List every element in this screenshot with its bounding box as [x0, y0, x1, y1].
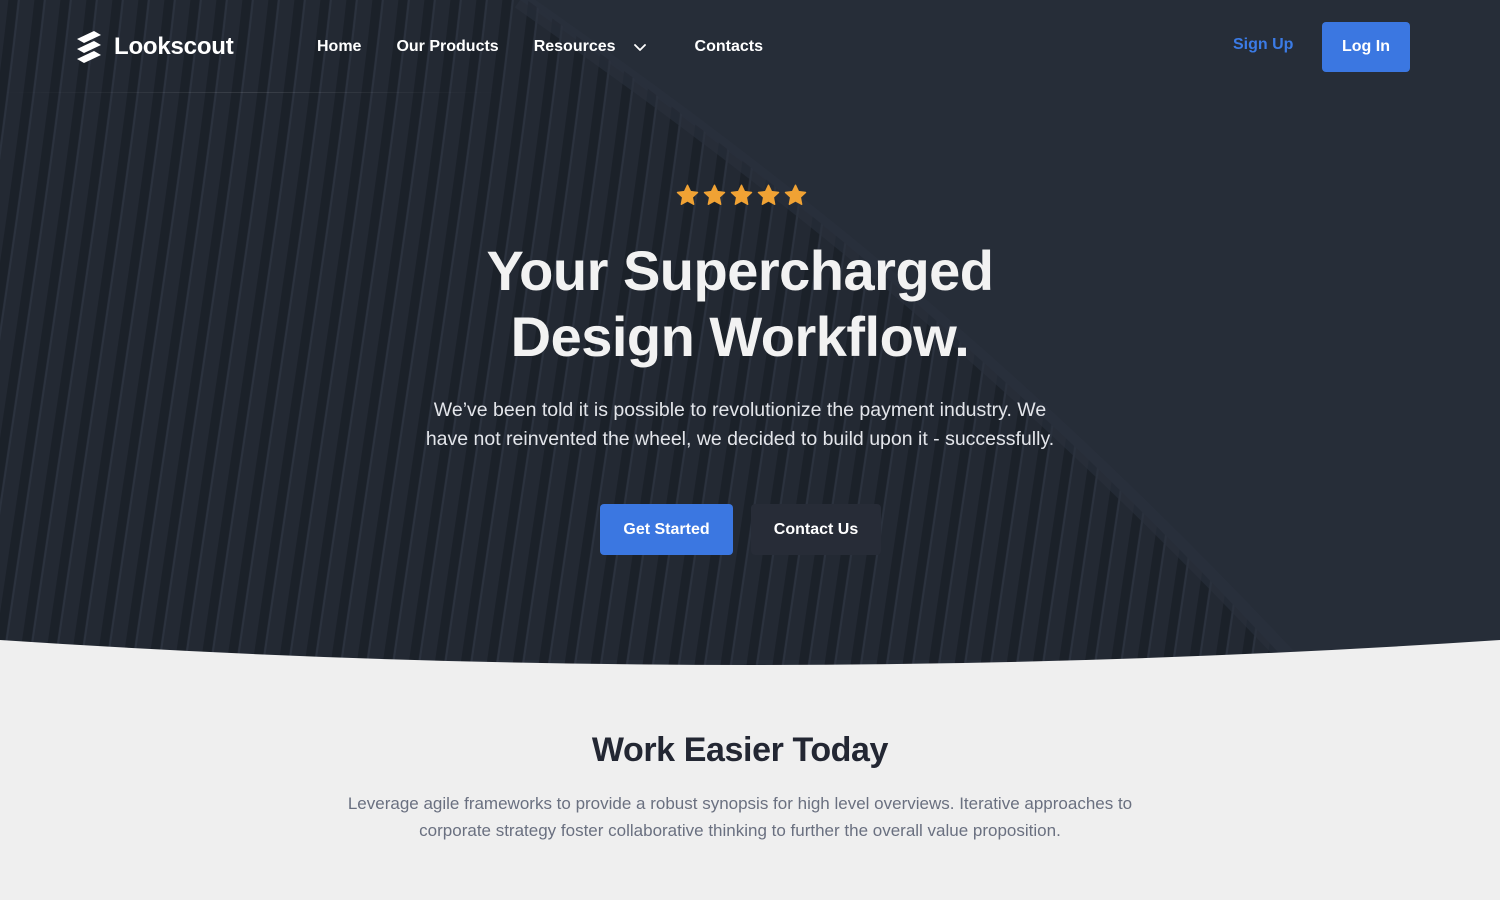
hero-section: Lookscout Home Our Products Resources Co…	[0, 0, 1500, 680]
section-subtitle: Leverage agile frameworks to provide a r…	[290, 790, 1190, 844]
section-subtitle-line-2: corporate strategy foster collaborative …	[419, 821, 1061, 840]
hero-bottom-curve	[0, 640, 1500, 680]
section-subtitle-line-1: Leverage agile frameworks to provide a r…	[347, 794, 1133, 813]
section-title: Work Easier Today	[591, 731, 889, 769]
